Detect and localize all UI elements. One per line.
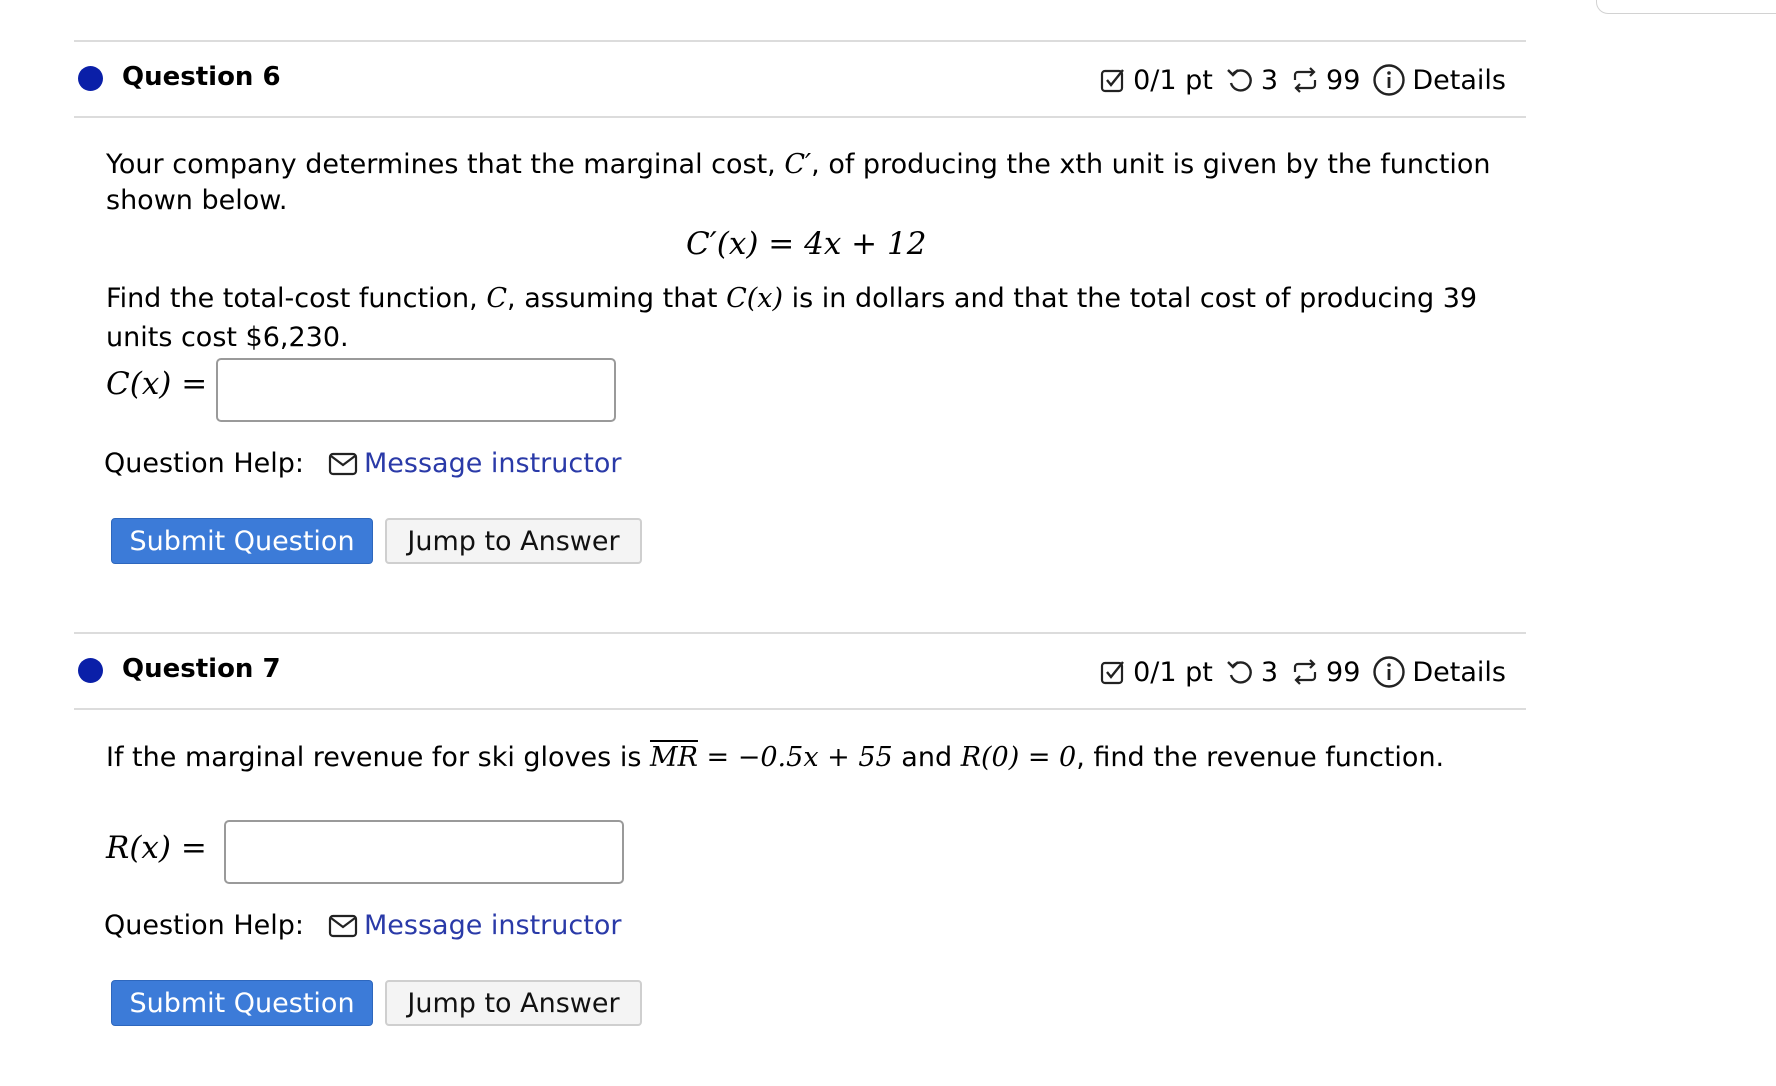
answer-label-text: R(x) = xyxy=(106,830,207,866)
jump-to-answer-button[interactable]: Jump to Answer xyxy=(385,980,642,1026)
question-7: Question 7 0/1 pt 3 99 Details If the ma… xyxy=(74,632,1526,1026)
message-instructor-link[interactable]: Message instructor xyxy=(364,448,621,479)
math-symbol: C′ xyxy=(784,149,812,180)
question-text-line-2: shown below. xyxy=(106,185,288,216)
text-segment: and xyxy=(901,742,953,773)
math-expression: = −0.5x + 55 xyxy=(697,742,893,773)
question-help: Question Help: Message instructor xyxy=(104,448,621,479)
answer-label-text: C(x) = xyxy=(106,366,208,402)
question-text-line-3: Find the total-cost function, C, assumin… xyxy=(106,281,1477,317)
status-dot xyxy=(78,658,103,683)
retries-count: 3 xyxy=(1260,64,1279,96)
mail-icon xyxy=(328,452,358,475)
submit-question-button[interactable]: Submit Question xyxy=(111,980,373,1026)
text-segment: , find the revenue function. xyxy=(1076,742,1445,773)
question-6: Question 6 0/1 pt 3 99 Details Your comp… xyxy=(74,40,1526,564)
question-title: Question 7 xyxy=(122,654,281,684)
attempts-icon xyxy=(1293,659,1317,685)
answer-label: C(x) = xyxy=(106,366,207,402)
question-text-line-4: units cost $6,230. xyxy=(106,322,349,353)
score-text: 0/1 pt xyxy=(1133,64,1213,96)
retry-icon xyxy=(1226,661,1252,684)
checkbox-icon xyxy=(1100,661,1125,685)
score-indicator: 0/1 pt xyxy=(1099,657,1213,688)
answer-input[interactable] xyxy=(216,358,616,422)
info-icon xyxy=(1373,64,1406,96)
submit-question-button[interactable]: Submit Question xyxy=(111,518,373,564)
text-segment: Find the total-cost function, xyxy=(106,283,478,314)
question-meta: 0/1 pt 3 99 Details xyxy=(1099,650,1506,694)
help-label: Question Help: xyxy=(104,448,304,479)
marginal-cost-formula: C′(x) = 4x + 12 xyxy=(686,226,926,262)
question-help: Question Help: Message instructor xyxy=(104,910,621,941)
corner-tab xyxy=(1596,0,1776,14)
text-segment: , assuming that xyxy=(507,283,718,314)
math-symbol: C(x) xyxy=(726,283,784,314)
answer-label: R(x) = xyxy=(106,830,207,866)
math-expression: R(0) = 0 xyxy=(960,742,1077,773)
retry-icon xyxy=(1226,69,1252,92)
attempts-indicator: 99 xyxy=(1290,657,1360,688)
retries-count: 3 xyxy=(1260,656,1279,688)
details-label: Details xyxy=(1412,64,1506,96)
answer-input[interactable] xyxy=(224,820,624,884)
question-meta: 0/1 pt 3 99 Details xyxy=(1099,58,1506,102)
text-segment: Your company determines that the margina… xyxy=(106,149,776,180)
question-text-line-1: Your company determines that the margina… xyxy=(106,147,1491,183)
score-text: 0/1 pt xyxy=(1133,656,1213,688)
attempts-icon xyxy=(1293,67,1317,93)
details-link[interactable]: Details xyxy=(1372,63,1506,97)
help-label: Question Help: xyxy=(104,910,304,941)
text-segment: is in dollars and that the total cost of… xyxy=(791,283,1478,314)
retries-indicator: 3 xyxy=(1225,65,1278,96)
attempts-indicator: 99 xyxy=(1290,65,1360,96)
math-symbol: MR xyxy=(649,742,698,773)
formula-text: C′(x) = 4x + 12 xyxy=(686,226,927,262)
details-label: Details xyxy=(1412,656,1506,688)
question-text-line-1: If the marginal revenue for ski gloves i… xyxy=(106,740,1444,776)
question-header: Question 6 0/1 pt 3 99 Details xyxy=(74,40,1526,118)
attempts-count: 99 xyxy=(1326,656,1361,688)
math-symbol: C xyxy=(486,283,508,314)
checkbox-icon xyxy=(1100,69,1125,93)
question-title: Question 6 xyxy=(122,62,281,92)
retries-indicator: 3 xyxy=(1225,657,1278,688)
question-header: Question 7 0/1 pt 3 99 Details xyxy=(74,632,1526,710)
details-link[interactable]: Details xyxy=(1372,655,1506,689)
text-segment: If the marginal revenue for ski gloves i… xyxy=(106,742,642,773)
mail-icon xyxy=(328,914,358,937)
status-dot xyxy=(78,66,103,91)
attempts-count: 99 xyxy=(1326,64,1361,96)
score-indicator: 0/1 pt xyxy=(1099,65,1213,96)
message-instructor-link[interactable]: Message instructor xyxy=(364,910,621,941)
jump-to-answer-button[interactable]: Jump to Answer xyxy=(385,518,642,564)
info-icon xyxy=(1373,656,1406,688)
text-segment: , of producing the xth unit is given by … xyxy=(811,149,1491,180)
